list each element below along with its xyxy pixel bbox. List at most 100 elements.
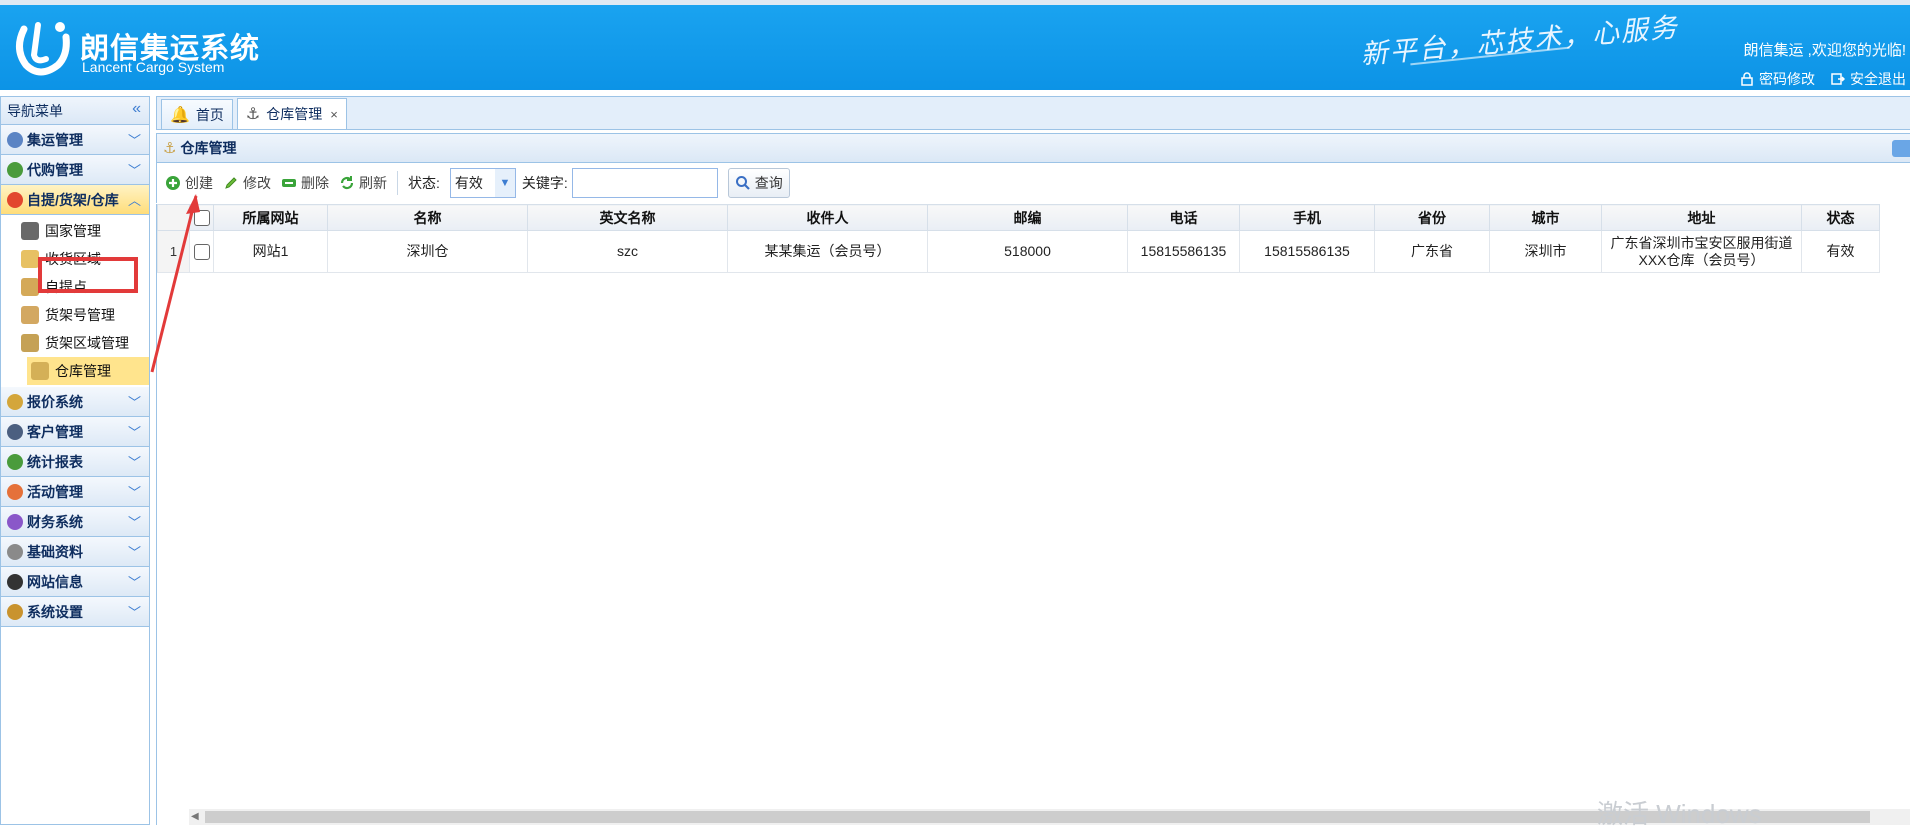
edit-label: 修改 (243, 175, 271, 191)
column-header[interactable]: 电话 (1127, 204, 1240, 231)
tab-home-label: 首页 (195, 106, 224, 123)
add-icon (166, 176, 180, 190)
chevron-down-icon: ﹀ (127, 133, 141, 148)
column-header[interactable]: 省份 (1374, 204, 1490, 231)
edit-button[interactable]: 修改 (223, 173, 271, 193)
chevron-down-icon: ﹀ (127, 425, 141, 440)
annotation-highlight-box (38, 257, 138, 293)
tab-home[interactable]: 🔔 首页 (161, 99, 233, 129)
column-header[interactable]: 地址 (1601, 204, 1802, 231)
chevron-down-icon: ﹀ (127, 455, 141, 470)
user-icon (7, 423, 23, 440)
data-grid: 所属网站 名称 英文名称 收件人 邮编 电话 手机 省份 城市 地址 状态 1 网站1 深圳仓 szc 某某… (156, 204, 1910, 829)
status-select[interactable]: 有效 ▼ (449, 168, 516, 198)
sidebar-group-label: 系统设置 (27, 603, 83, 620)
sidebar-group-0[interactable]: 集运管理 ﹀ (1, 125, 149, 155)
toolbar: 创建 修改 删除 刷新 状态: 有效 ▼ 关键字: 查询 (156, 163, 1910, 203)
sidebar-group-label: 代购管理 (27, 161, 83, 178)
create-label: 创建 (185, 175, 213, 191)
sidebar-item-label: 国家管理 (45, 223, 101, 239)
sidebar-group-1[interactable]: 代购管理 ﹀ (1, 155, 149, 185)
keyword-input[interactable] (571, 168, 718, 198)
column-header[interactable]: 城市 (1489, 204, 1602, 231)
toolbar-separator (397, 171, 398, 195)
stack-icon (7, 543, 23, 560)
sidebar-item-4[interactable]: 货架区域管理 (1, 329, 149, 357)
logo-icon (16, 22, 70, 76)
sidebar-group-10[interactable]: 系统设置 ﹀ (1, 597, 149, 627)
wrench-icon (7, 603, 23, 620)
sidebar-group-label: 统计报表 (27, 453, 83, 470)
logout-label: 安全退出 (1850, 71, 1906, 87)
anchor-icon (31, 362, 49, 380)
chevron-down-icon: ﹀ (127, 395, 141, 410)
column-header[interactable]: 邮编 (927, 204, 1128, 231)
sidebar-group-label: 网站信息 (27, 573, 83, 590)
logout-icon (1831, 73, 1845, 85)
sidebar-group-4[interactable]: 客户管理 ﹀ (1, 417, 149, 447)
status-label: 状态: (408, 175, 440, 191)
table-cell: 518000 (927, 230, 1128, 273)
column-header[interactable]: 手机 (1239, 204, 1375, 231)
sidebar-item-3[interactable]: 货架号管理 (1, 301, 149, 329)
column-header[interactable]: 收件人 (727, 204, 928, 231)
sidebar-item-5[interactable]: 仓库管理 (27, 357, 149, 385)
lock-icon (1741, 72, 1753, 86)
logout-link[interactable]: 安全退出 (1831, 69, 1906, 89)
delete-button[interactable]: 删除 (281, 173, 329, 193)
sidebar-group-8[interactable]: 基础资料 ﹀ (1, 537, 149, 567)
chevron-down-icon: ﹀ (127, 545, 141, 560)
sidebar-group-3[interactable]: 报价系统 ﹀ (1, 387, 149, 417)
row-checkbox[interactable] (193, 244, 210, 261)
sidebar-group-5[interactable]: 统计报表 ﹀ (1, 447, 149, 477)
change-password-link[interactable]: 密码修改 (1740, 69, 1815, 89)
table-cell: 深圳仓 (327, 230, 528, 273)
tab-warehouse[interactable]: ⚓ 仓库管理 × (236, 98, 347, 129)
sidebar-group-6[interactable]: 活动管理 ﹀ (1, 477, 149, 507)
sidebar-group-label: 活动管理 (27, 483, 83, 500)
scroll-left-icon[interactable]: ◀ (191, 811, 199, 822)
table-row[interactable]: 1 网站1 深圳仓 szc 某某集运（会员号） 518000 15815586135 1581… (157, 230, 1880, 273)
slogan: 新平台，芯技术，心服务 (1359, 12, 1681, 71)
sidebar-item-0[interactable]: 国家管理 (1, 217, 149, 245)
rainbow-icon (7, 483, 23, 500)
tab-warehouse-label: 仓库管理 (266, 106, 323, 122)
sidebar-group-7[interactable]: 财务系统 ﹀ (1, 507, 149, 537)
sidebar-group-9[interactable]: 网站信息 ﹀ (1, 567, 149, 597)
select-all-checkbox[interactable] (193, 210, 210, 227)
table-cell: 网站1 (213, 230, 328, 273)
table-cell: 广东省 (1374, 230, 1490, 273)
chevron-down-icon: ▼ (494, 169, 515, 197)
create-button[interactable]: 创建 (165, 173, 213, 193)
welcome-text: 朗信集运 ,欢迎您的光临! (1743, 42, 1906, 59)
box-icon (21, 306, 39, 324)
table-cell: 15815586135 (1239, 230, 1375, 273)
column-header[interactable]: 状态 (1801, 204, 1880, 231)
chevron-down-icon: ﹀ (127, 485, 141, 500)
nav-groups: 集运管理 ﹀ 代购管理 ﹀ 自提/货架/仓库 ︿ 国家管理 收货区域 自提点 货架号管理 货架区域管… (1, 125, 149, 627)
anchor-icon: ⚓ (163, 140, 177, 157)
status-value: 有效 (454, 175, 483, 191)
money-icon (7, 393, 23, 410)
search-button[interactable]: 查询 (727, 168, 790, 198)
collapse-sidebar-icon[interactable]: « (132, 100, 141, 118)
refresh-button[interactable]: 刷新 (339, 173, 387, 193)
unlock-icon (21, 278, 39, 296)
table-cell: 深圳市 (1489, 230, 1602, 273)
close-tab-icon[interactable]: × (330, 107, 338, 122)
chevron-down-icon: ﹀ (127, 575, 141, 590)
collapse-panel-icon[interactable] (1892, 140, 1910, 157)
change-password-label: 密码修改 (1759, 71, 1815, 87)
panel-header: ⚓ 仓库管理 (156, 133, 1910, 163)
sidebar-nav: 导航菜单 « 集运管理 ﹀ 代购管理 ﹀ 自提/货架/仓库 ︿ 国家管理 收货区域 自提点 货架号… (0, 96, 150, 825)
chevron-down-icon: ﹀ (127, 515, 141, 530)
sidebar-group-2[interactable]: 自提/货架/仓库 ︿ (1, 185, 149, 215)
table-header-row: 所属网站 名称 英文名称 收件人 邮编 电话 手机 省份 城市 地址 状态 (157, 204, 1880, 231)
column-header[interactable]: 英文名称 (527, 204, 728, 231)
panel-title: 仓库管理 (180, 140, 237, 156)
column-header[interactable]: 名称 (327, 204, 528, 231)
select-all-header (189, 204, 214, 231)
column-header[interactable]: 所属网站 (213, 204, 328, 231)
chevron-down-icon: ﹀ (127, 163, 141, 178)
tab-bar: 🔔 首页 ⚓ 仓库管理 × (156, 96, 1910, 130)
